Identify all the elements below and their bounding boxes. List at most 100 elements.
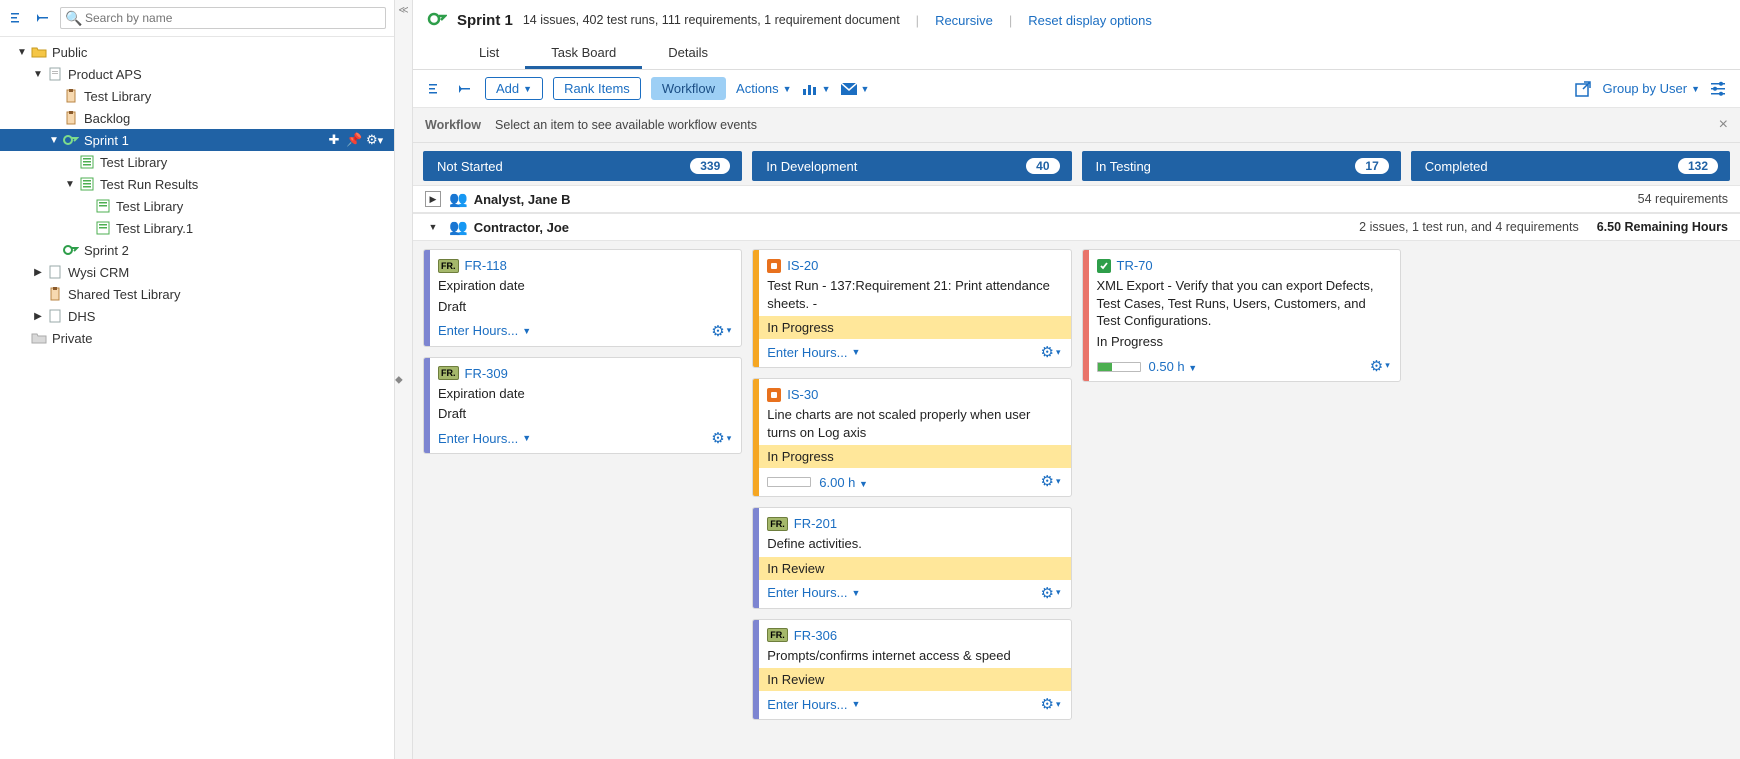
tree-node-dhs[interactable]: ▶ DHS bbox=[0, 305, 394, 327]
tab-list[interactable]: List bbox=[453, 37, 525, 69]
gear-icon[interactable]: ⚙▾ bbox=[1370, 357, 1390, 375]
card-id[interactable]: FR-309 bbox=[465, 366, 508, 381]
card-fr201[interactable]: FR.FR-201 Define activities. In Review E… bbox=[752, 507, 1071, 609]
tree-node-wysi-crm[interactable]: ▶ Wysi CRM bbox=[0, 261, 394, 283]
actions-menu[interactable]: Actions▼ bbox=[736, 81, 792, 96]
enter-hours-link[interactable]: Enter Hours...▼ bbox=[438, 323, 531, 338]
enter-hours-link[interactable]: Enter Hours...▼ bbox=[767, 345, 860, 360]
card-fr118[interactable]: FR.FR-118 Expiration date Draft Enter Ho… bbox=[423, 249, 742, 347]
tab-details[interactable]: Details bbox=[642, 37, 734, 69]
search-input[interactable] bbox=[60, 7, 386, 29]
tree-node-product-aps[interactable]: ▼ Product APS bbox=[0, 63, 394, 85]
col-header-in-testing: In Testing17 bbox=[1082, 151, 1401, 181]
card-stripe bbox=[753, 508, 759, 608]
expander-icon[interactable]: ▼ bbox=[46, 132, 62, 148]
group-by-menu[interactable]: Group by User▼ bbox=[1603, 81, 1700, 96]
col-in-testing: TR-70 XML Export - Verify that you can e… bbox=[1082, 249, 1401, 382]
sprint-icon bbox=[427, 10, 447, 30]
page-title: Sprint 1 bbox=[457, 12, 513, 29]
col-header-in-development: In Development40 bbox=[752, 151, 1071, 181]
tree-node-sprint1[interactable]: ▼ Sprint 1 ✚ 📌 ⚙▾ bbox=[0, 129, 394, 151]
gear-icon[interactable]: ⚙▾ bbox=[1041, 343, 1061, 361]
expander-icon[interactable]: ▼ bbox=[14, 44, 30, 60]
collapse-icon[interactable]: ▼ bbox=[425, 219, 441, 235]
expander-icon[interactable]: ▼ bbox=[62, 176, 78, 192]
card-id[interactable]: IS-20 bbox=[787, 258, 818, 273]
card-id[interactable]: IS-30 bbox=[787, 387, 818, 402]
tree-label: Sprint 1 bbox=[84, 133, 129, 148]
gear-icon[interactable]: ⚙▾ bbox=[366, 132, 382, 148]
tree-label: Test Run Results bbox=[100, 177, 198, 192]
swimlane-header-joe[interactable]: ▼ 👥 Contractor, Joe 2 issues, 1 test run… bbox=[413, 213, 1740, 241]
tree-node-backlog[interactable]: Backlog bbox=[0, 107, 394, 129]
export-icon[interactable] bbox=[1573, 79, 1593, 99]
tree-node-private[interactable]: Private bbox=[0, 327, 394, 349]
expander-icon[interactable]: ▼ bbox=[30, 66, 46, 82]
tree-node-trr-test-library[interactable]: Test Library bbox=[0, 195, 394, 217]
tree-node-trr-test-library1[interactable]: Test Library.1 bbox=[0, 217, 394, 239]
tree-node-shared-test-library[interactable]: Shared Test Library bbox=[0, 283, 394, 305]
splitter[interactable]: ≪ ◆ bbox=[395, 0, 413, 759]
workflow-message: Select an item to see available workflow… bbox=[495, 118, 757, 132]
card-id[interactable]: TR-70 bbox=[1117, 258, 1153, 273]
card-is20[interactable]: IS-20 Test Run - 137:Requirement 21: Pri… bbox=[752, 249, 1071, 368]
chart-menu[interactable]: ▼ bbox=[802, 82, 831, 96]
tree-node-test-library[interactable]: Test Library bbox=[0, 85, 394, 107]
expand-icon[interactable]: ▶ bbox=[425, 191, 441, 207]
splitter-handle-icon[interactable]: ◆ bbox=[395, 374, 403, 385]
gear-icon[interactable]: ⚙▾ bbox=[711, 322, 731, 340]
tree-node-public[interactable]: ▼ Public bbox=[0, 41, 394, 63]
gear-icon[interactable]: ⚙▾ bbox=[1041, 472, 1061, 490]
tree-expand-icon[interactable] bbox=[34, 10, 52, 26]
workflow-button[interactable]: Workflow bbox=[651, 77, 726, 100]
tree-label: Sprint 2 bbox=[84, 243, 129, 258]
expander-icon[interactable]: ▶ bbox=[30, 308, 46, 324]
rank-items-button[interactable]: Rank Items bbox=[553, 77, 641, 100]
settings-icon[interactable] bbox=[1710, 81, 1728, 97]
reset-display-link[interactable]: Reset display options bbox=[1028, 13, 1152, 28]
enter-hours-link[interactable]: Enter Hours...▼ bbox=[438, 431, 531, 446]
gear-icon[interactable]: ⚙▾ bbox=[1041, 584, 1061, 602]
card-tr70[interactable]: TR-70 XML Export - Verify that you can e… bbox=[1082, 249, 1401, 382]
swimlane-header-jane[interactable]: ▶ 👥 Analyst, Jane B 54 requirements bbox=[413, 185, 1740, 213]
expander-icon[interactable]: ▶ bbox=[30, 264, 46, 280]
tree-collapse-icon[interactable] bbox=[8, 10, 26, 26]
gear-icon[interactable]: ⚙▾ bbox=[711, 429, 731, 447]
page-header: Sprint 1 14 issues, 402 test runs, 111 r… bbox=[413, 0, 1740, 36]
card-status: In Review bbox=[753, 668, 1070, 691]
collapse-icon[interactable]: ≪ bbox=[398, 5, 408, 16]
card-is30[interactable]: IS-30 Line charts are not scaled properl… bbox=[752, 378, 1071, 497]
card-stripe bbox=[753, 620, 759, 720]
tree-node-sprint2[interactable]: Sprint 2 bbox=[0, 239, 394, 261]
clipboard-icon bbox=[62, 110, 80, 126]
tree-expand-icon[interactable] bbox=[455, 79, 475, 99]
card-id[interactable]: FR-306 bbox=[794, 628, 837, 643]
mail-menu[interactable]: ▼ bbox=[841, 83, 870, 95]
add-button[interactable]: Add▼ bbox=[485, 77, 543, 100]
tree-node-s1-test-run-results[interactable]: ▼ Test Run Results bbox=[0, 173, 394, 195]
fr-badge-icon: FR. bbox=[767, 628, 788, 642]
add-icon[interactable]: ✚ bbox=[326, 132, 342, 148]
card-fr306[interactable]: FR.FR-306 Prompts/confirms internet acce… bbox=[752, 619, 1071, 721]
hours-link[interactable]: 6.00 h ▼ bbox=[819, 475, 868, 490]
col-in-development: IS-20 Test Run - 137:Requirement 21: Pri… bbox=[752, 249, 1071, 720]
testrun-badge-icon bbox=[1097, 259, 1111, 273]
column-headers: Not Started339 In Development40 In Testi… bbox=[413, 143, 1740, 185]
hours-link[interactable]: 0.50 h ▼ bbox=[1149, 359, 1198, 374]
enter-hours-link[interactable]: Enter Hours...▼ bbox=[767, 697, 860, 712]
tree-node-s1-test-library[interactable]: Test Library bbox=[0, 151, 394, 173]
card-id[interactable]: FR-118 bbox=[465, 258, 507, 273]
card-title: XML Export - Verify that you can export … bbox=[1097, 277, 1390, 330]
tab-task-board[interactable]: Task Board bbox=[525, 37, 642, 69]
enter-hours-link[interactable]: Enter Hours...▼ bbox=[767, 585, 860, 600]
gear-icon[interactable]: ⚙▾ bbox=[1041, 695, 1061, 713]
pin-icon[interactable]: 📌 bbox=[346, 132, 362, 148]
clipboard-icon bbox=[46, 286, 64, 302]
close-icon[interactable]: × bbox=[1719, 116, 1728, 134]
tree-collapse-icon[interactable] bbox=[425, 79, 445, 99]
card-id[interactable]: FR-201 bbox=[794, 516, 837, 531]
card-fr309[interactable]: FR.FR-309 Expiration date Draft Enter Ho… bbox=[423, 357, 742, 455]
recursive-link[interactable]: Recursive bbox=[935, 13, 993, 28]
tree-label: Wysi CRM bbox=[68, 265, 129, 280]
sprint-icon bbox=[62, 132, 80, 148]
